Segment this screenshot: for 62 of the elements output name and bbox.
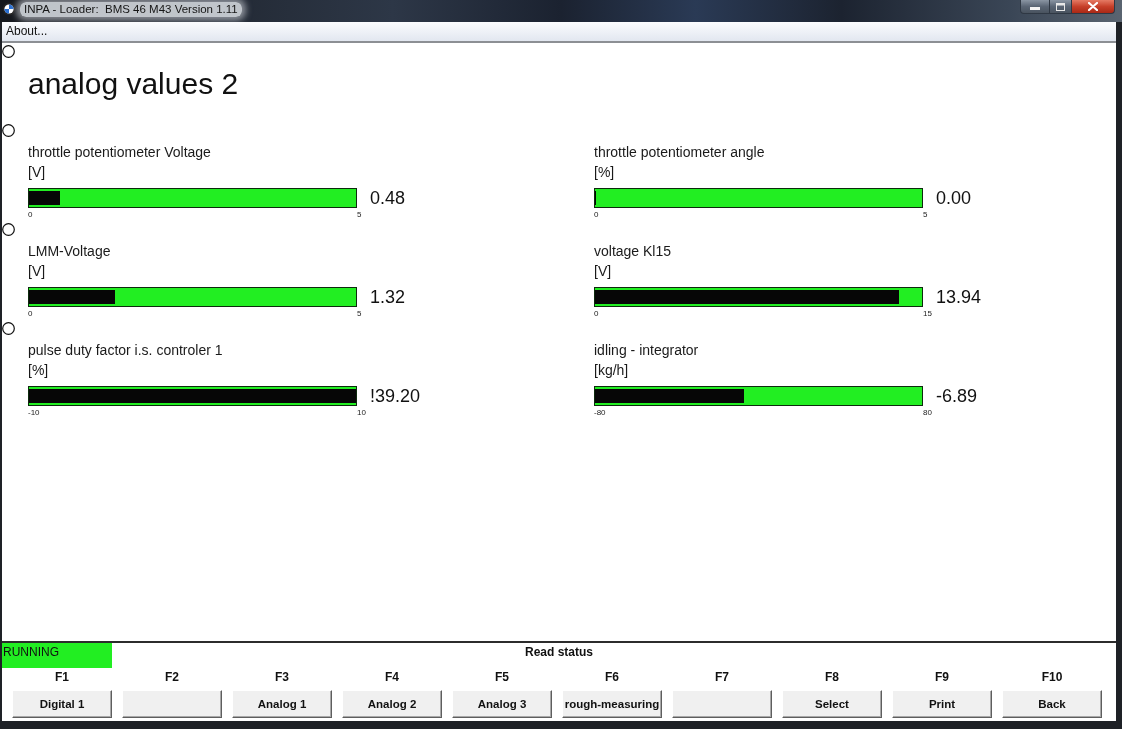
function-key-button[interactable]: Analog 2	[342, 690, 442, 718]
function-key-button[interactable]	[672, 690, 772, 718]
function-key-label: F1	[55, 670, 69, 684]
close-button[interactable]	[1072, 0, 1115, 14]
function-key-label: F4	[385, 670, 399, 684]
scale-max-label: 15	[923, 309, 932, 319]
function-key-button[interactable]: Digital 1	[12, 690, 112, 718]
round-logo-icon	[2, 2, 16, 16]
scale-min-label: 0	[28, 309, 33, 319]
gauge-value: 0.48	[369, 188, 406, 208]
function-key-button[interactable]: Select	[782, 690, 882, 718]
function-key-button[interactable]: Back	[1002, 690, 1102, 718]
function-key-button[interactable]: Print	[892, 690, 992, 718]
minimize-button[interactable]	[1020, 0, 1050, 14]
close-icon	[1088, 2, 1098, 11]
scale-max-label: 10	[357, 408, 366, 418]
status-message: Read status	[525, 644, 593, 659]
scale-max-label: 5	[357, 210, 362, 220]
function-key-button[interactable]	[122, 690, 222, 718]
gauge-label: voltage Kl15	[594, 242, 672, 260]
gauge-unit: [V]	[594, 262, 612, 280]
gauge-label: idling - integrator	[594, 341, 699, 359]
gauge-unit: [V]	[28, 163, 46, 181]
gauge-value: 1.32	[369, 287, 406, 307]
function-key-label: F2	[165, 670, 179, 684]
scale-min-label: 0	[594, 309, 599, 319]
function-key-label: F5	[495, 670, 509, 684]
function-key-button[interactable]: rough-measuring	[562, 690, 662, 718]
gauge-label: throttle potentiometer Voltage	[28, 143, 211, 161]
maximize-button[interactable]	[1050, 0, 1072, 14]
scale-min-label: -10	[28, 408, 40, 418]
run-state-indicator: RUNNING	[2, 643, 112, 668]
gauge-label: throttle potentiometer angle	[594, 143, 765, 161]
gauge-unit: [%]	[28, 361, 49, 379]
scale-max-label: 5	[923, 210, 928, 220]
gauge-value: 13.94	[935, 287, 982, 307]
window-title: INPA - Loader: BMS 46 M43 Version 1.11	[20, 2, 242, 17]
scale-max-label: 5	[357, 309, 362, 319]
gauge-label: LMM-Voltage	[28, 242, 111, 260]
function-key-label: F3	[275, 670, 289, 684]
gauge-unit: [kg/h]	[594, 361, 629, 379]
gauge-value: -6.89	[935, 386, 978, 406]
minimize-icon	[1030, 7, 1040, 10]
gauge-unit: [V]	[28, 262, 46, 280]
function-key-button[interactable]: Analog 1	[232, 690, 332, 718]
scale-max-label: 80	[923, 408, 932, 418]
function-key-label: F7	[715, 670, 729, 684]
gauge-label: pulse duty factor i.s. controler 1	[28, 341, 223, 359]
function-key-label: F9	[935, 670, 949, 684]
scale-min-label: 0	[594, 210, 599, 220]
function-key-label: F6	[605, 670, 619, 684]
menu-item[interactable]: About...	[2, 22, 52, 41]
page-heading: analog values 2	[28, 66, 239, 102]
gauge-value: 0.00	[935, 188, 972, 208]
gauge-unit: [%]	[594, 163, 615, 181]
scale-min-label: -80	[594, 408, 606, 418]
function-key-label: F10	[1041, 670, 1063, 684]
scale-min-label: 0	[28, 210, 33, 220]
function-key-button[interactable]: Analog 3	[452, 690, 552, 718]
function-key-label: F8	[825, 670, 839, 684]
gauge-value: !39.20	[369, 386, 421, 406]
maximize-icon	[1056, 2, 1065, 11]
